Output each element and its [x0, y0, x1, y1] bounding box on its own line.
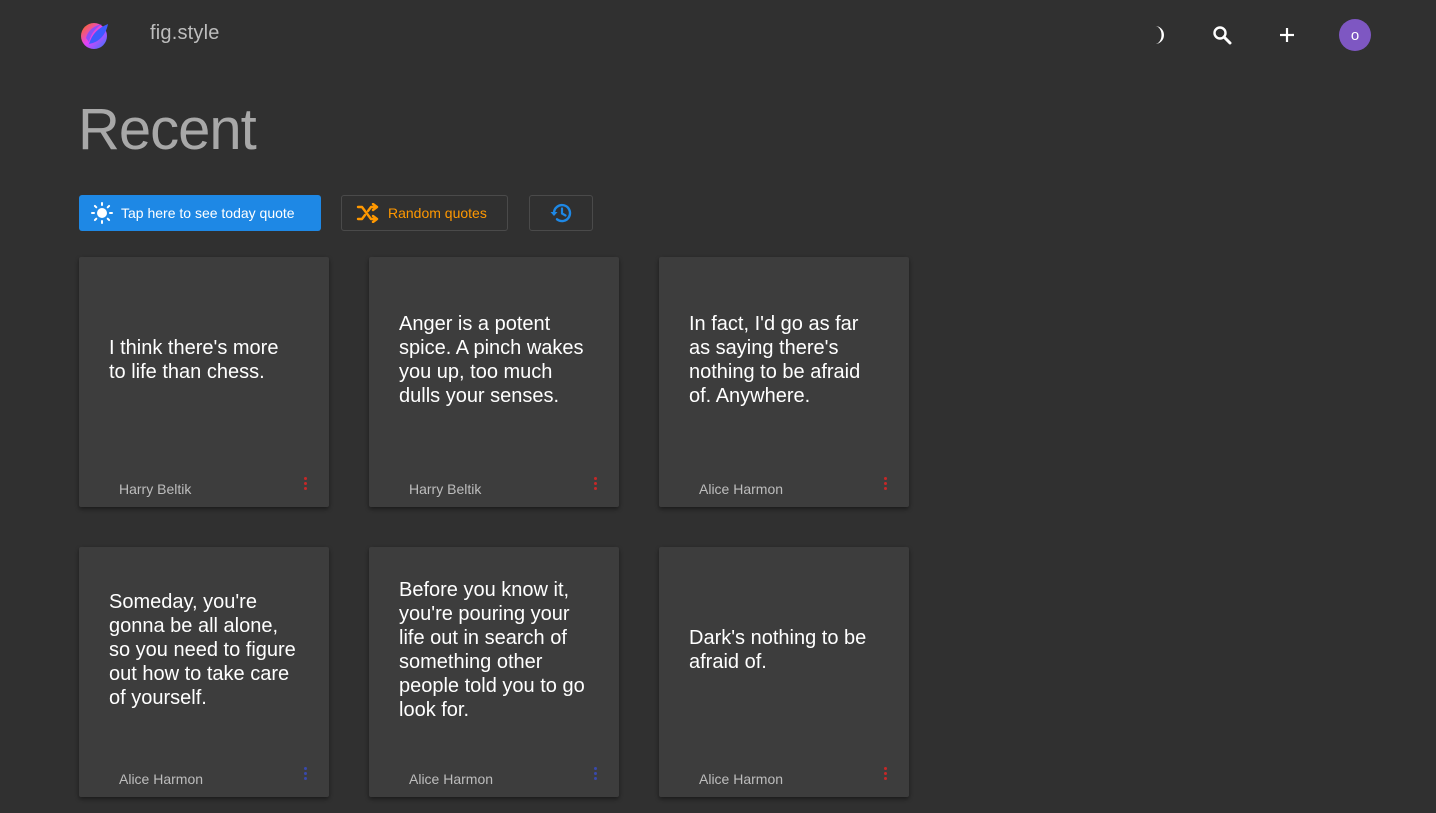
search-icon: [1213, 26, 1232, 45]
quote-author[interactable]: Alice Harmon: [699, 771, 783, 787]
more-vert-icon[interactable]: [879, 763, 891, 783]
random-quotes-label: Random quotes: [388, 205, 487, 221]
quote-body: In fact, I'd go as far as saying there's…: [689, 257, 879, 462]
quote-card[interactable]: In fact, I'd go as far as saying there's…: [659, 257, 909, 507]
quote-author[interactable]: Alice Harmon: [699, 481, 783, 497]
more-vert-icon[interactable]: [589, 763, 601, 783]
moon-icon: [1155, 26, 1164, 44]
quote-card[interactable]: I think there's more to life than chess.…: [79, 257, 329, 507]
more-vert-icon[interactable]: [299, 763, 311, 783]
shuffle-icon: [356, 203, 380, 223]
quote-body: Anger is a potent spice. A pinch wakes y…: [399, 257, 589, 462]
quote-card[interactable]: Before you know it, you're pouring your …: [369, 547, 619, 797]
more-vert-icon[interactable]: [299, 473, 311, 493]
quote-author[interactable]: Alice Harmon: [409, 771, 493, 787]
today-quote-button[interactable]: Tap here to see today quote: [79, 195, 321, 231]
plus-icon: [1280, 28, 1294, 42]
quote-author[interactable]: Alice Harmon: [119, 771, 203, 787]
quote-text: I think there's more to life than chess.: [109, 336, 279, 383]
fig-logo-icon: [81, 23, 108, 49]
more-vert-icon[interactable]: [879, 473, 891, 493]
today-quote-label: Tap here to see today quote: [121, 205, 295, 221]
top-app-bar: fig.style o: [0, 0, 1436, 70]
quote-card[interactable]: Someday, you're gonna be all alone, so y…: [79, 547, 329, 797]
quote-body: Dark's nothing to be afraid of.: [689, 547, 879, 752]
quote-author[interactable]: Harry Beltik: [409, 481, 481, 497]
brand-name[interactable]: fig.style: [150, 22, 220, 45]
history-button[interactable]: [529, 195, 593, 231]
page-title: Recent: [78, 97, 257, 162]
quote-body: Before you know it, you're pouring your …: [399, 547, 589, 752]
quote-text: Dark's nothing to be afraid of.: [689, 626, 867, 673]
quote-body: I think there's more to life than chess.: [109, 257, 299, 462]
quote-body: Someday, you're gonna be all alone, so y…: [109, 547, 299, 752]
app-logo[interactable]: [80, 20, 110, 50]
quote-text: Anger is a potent spice. A pinch wakes y…: [399, 312, 584, 407]
quote-text: Someday, you're gonna be all alone, so y…: [109, 590, 296, 709]
sun-icon: [91, 202, 113, 224]
quote-author[interactable]: Harry Beltik: [119, 481, 191, 497]
quote-card[interactable]: Dark's nothing to be afraid of. Alice Ha…: [659, 547, 909, 797]
theme-toggle-button[interactable]: [1138, 18, 1172, 52]
quote-text: Before you know it, you're pouring your …: [399, 578, 585, 721]
add-quote-button[interactable]: [1270, 18, 1304, 52]
more-vert-icon[interactable]: [589, 473, 601, 493]
quote-text: In fact, I'd go as far as saying there's…: [689, 312, 861, 407]
search-button[interactable]: [1205, 18, 1239, 52]
user-avatar[interactable]: o: [1339, 19, 1371, 51]
random-quotes-button[interactable]: Random quotes: [341, 195, 508, 231]
history-icon: [550, 203, 572, 223]
quote-card[interactable]: Anger is a potent spice. A pinch wakes y…: [369, 257, 619, 507]
